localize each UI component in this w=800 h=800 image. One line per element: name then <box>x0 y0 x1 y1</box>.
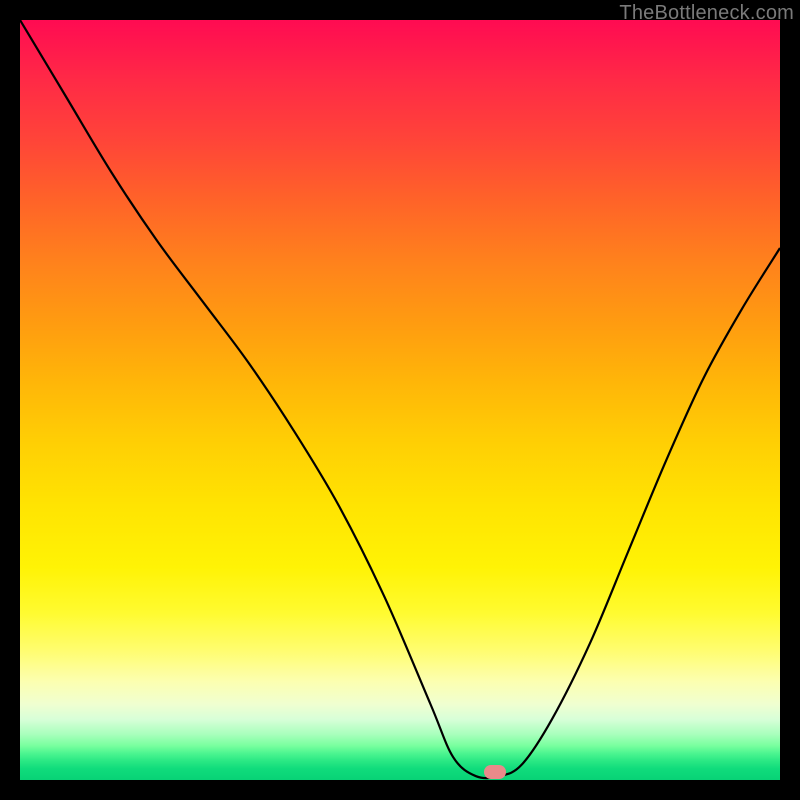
bottleneck-curve-line <box>20 20 780 778</box>
optimal-point-marker <box>484 765 506 779</box>
plot-area <box>20 20 780 780</box>
chart-container: TheBottleneck.com <box>0 0 800 800</box>
curve-plot <box>20 20 780 780</box>
